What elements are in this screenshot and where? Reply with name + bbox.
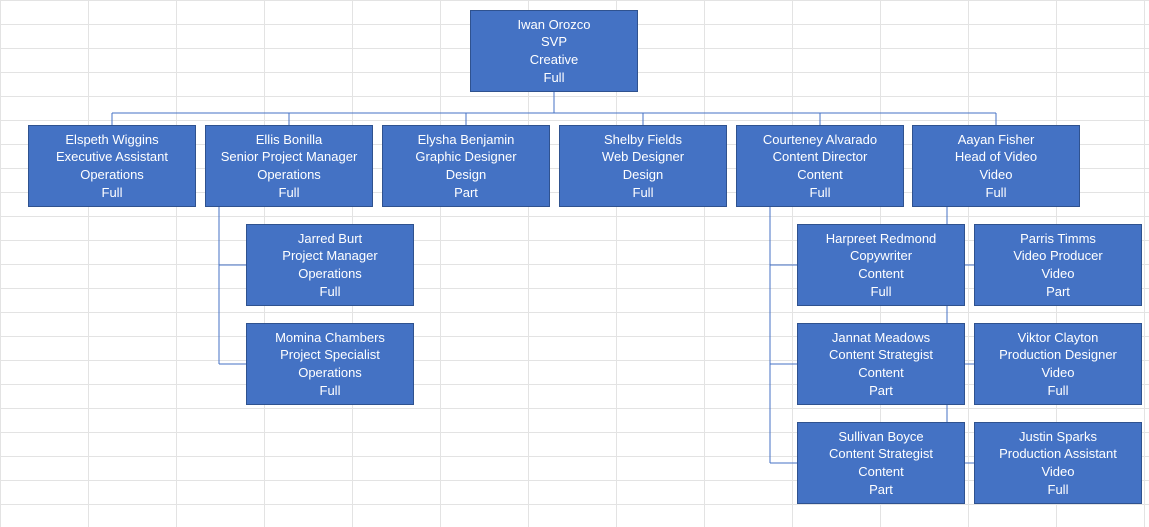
node-title: Project Specialist — [280, 346, 380, 364]
node-title: Content Strategist — [829, 346, 933, 364]
node-title: SVP — [541, 33, 567, 51]
node-name: Shelby Fields — [604, 131, 682, 149]
node-name: Justin Sparks — [1019, 428, 1097, 446]
node-elspeth-wiggins[interactable]: Elspeth Wiggins Executive Assistant Oper… — [28, 125, 196, 207]
node-status: Part — [1046, 283, 1070, 301]
node-title: Project Manager — [282, 247, 377, 265]
node-title: Production Designer — [999, 346, 1117, 364]
node-status: Full — [986, 184, 1007, 202]
node-harpreet-redmond[interactable]: Harpreet Redmond Copywriter Content Full — [797, 224, 965, 306]
node-status: Part — [869, 481, 893, 499]
node-name: Viktor Clayton — [1018, 329, 1099, 347]
node-dept: Video — [1041, 463, 1074, 481]
node-name: Parris Timms — [1020, 230, 1096, 248]
node-name: Aayan Fisher — [958, 131, 1035, 149]
node-dept: Operations — [298, 265, 362, 283]
node-name: Jarred Burt — [298, 230, 362, 248]
node-title: Content Director — [773, 148, 868, 166]
node-status: Full — [810, 184, 831, 202]
node-name: Iwan Orozco — [518, 16, 591, 34]
node-name: Elysha Benjamin — [418, 131, 515, 149]
node-courteney-alvarado[interactable]: Courteney Alvarado Content Director Cont… — [736, 125, 904, 207]
node-aayan-fisher[interactable]: Aayan Fisher Head of Video Video Full — [912, 125, 1080, 207]
node-status: Full — [102, 184, 123, 202]
node-jannat-meadows[interactable]: Jannat Meadows Content Strategist Conten… — [797, 323, 965, 405]
node-name: Jannat Meadows — [832, 329, 930, 347]
node-jarred-burt[interactable]: Jarred Burt Project Manager Operations F… — [246, 224, 414, 306]
node-dept: Video — [1041, 265, 1074, 283]
node-status: Full — [544, 69, 565, 87]
node-name: Ellis Bonilla — [256, 131, 322, 149]
node-parris-timms[interactable]: Parris Timms Video Producer Video Part — [974, 224, 1142, 306]
node-name: Harpreet Redmond — [826, 230, 937, 248]
node-name: Elspeth Wiggins — [65, 131, 158, 149]
node-status: Full — [1048, 382, 1069, 400]
node-status: Part — [454, 184, 478, 202]
node-title: Graphic Designer — [415, 148, 516, 166]
node-dept: Design — [623, 166, 663, 184]
node-dept: Operations — [298, 364, 362, 382]
node-dept: Operations — [257, 166, 321, 184]
node-title: Senior Project Manager — [221, 148, 358, 166]
node-dept: Operations — [80, 166, 144, 184]
node-justin-sparks[interactable]: Justin Sparks Production Assistant Video… — [974, 422, 1142, 504]
node-elysha-benjamin[interactable]: Elysha Benjamin Graphic Designer Design … — [382, 125, 550, 207]
node-name: Sullivan Boyce — [838, 428, 923, 446]
node-title: Web Designer — [602, 148, 684, 166]
node-dept: Video — [979, 166, 1012, 184]
node-momina-chambers[interactable]: Momina Chambers Project Specialist Opera… — [246, 323, 414, 405]
node-status: Part — [869, 382, 893, 400]
node-dept: Content — [858, 364, 904, 382]
node-title: Executive Assistant — [56, 148, 168, 166]
node-title: Production Assistant — [999, 445, 1117, 463]
node-dept: Design — [446, 166, 486, 184]
node-status: Full — [279, 184, 300, 202]
org-chart: Iwan Orozco SVP Creative Full Elspeth Wi… — [0, 0, 1149, 527]
node-dept: Content — [797, 166, 843, 184]
node-title: Head of Video — [955, 148, 1037, 166]
node-sullivan-boyce[interactable]: Sullivan Boyce Content Strategist Conten… — [797, 422, 965, 504]
node-title: Content Strategist — [829, 445, 933, 463]
node-name: Courteney Alvarado — [763, 131, 877, 149]
node-viktor-clayton[interactable]: Viktor Clayton Production Designer Video… — [974, 323, 1142, 405]
node-dept: Content — [858, 463, 904, 481]
node-status: Full — [320, 382, 341, 400]
node-root[interactable]: Iwan Orozco SVP Creative Full — [470, 10, 638, 92]
node-status: Full — [1048, 481, 1069, 499]
node-status: Full — [633, 184, 654, 202]
node-dept: Content — [858, 265, 904, 283]
node-ellis-bonilla[interactable]: Ellis Bonilla Senior Project Manager Ope… — [205, 125, 373, 207]
node-name: Momina Chambers — [275, 329, 385, 347]
node-title: Video Producer — [1013, 247, 1102, 265]
node-status: Full — [871, 283, 892, 301]
node-dept: Video — [1041, 364, 1074, 382]
node-shelby-fields[interactable]: Shelby Fields Web Designer Design Full — [559, 125, 727, 207]
node-status: Full — [320, 283, 341, 301]
node-dept: Creative — [530, 51, 578, 69]
node-title: Copywriter — [850, 247, 912, 265]
